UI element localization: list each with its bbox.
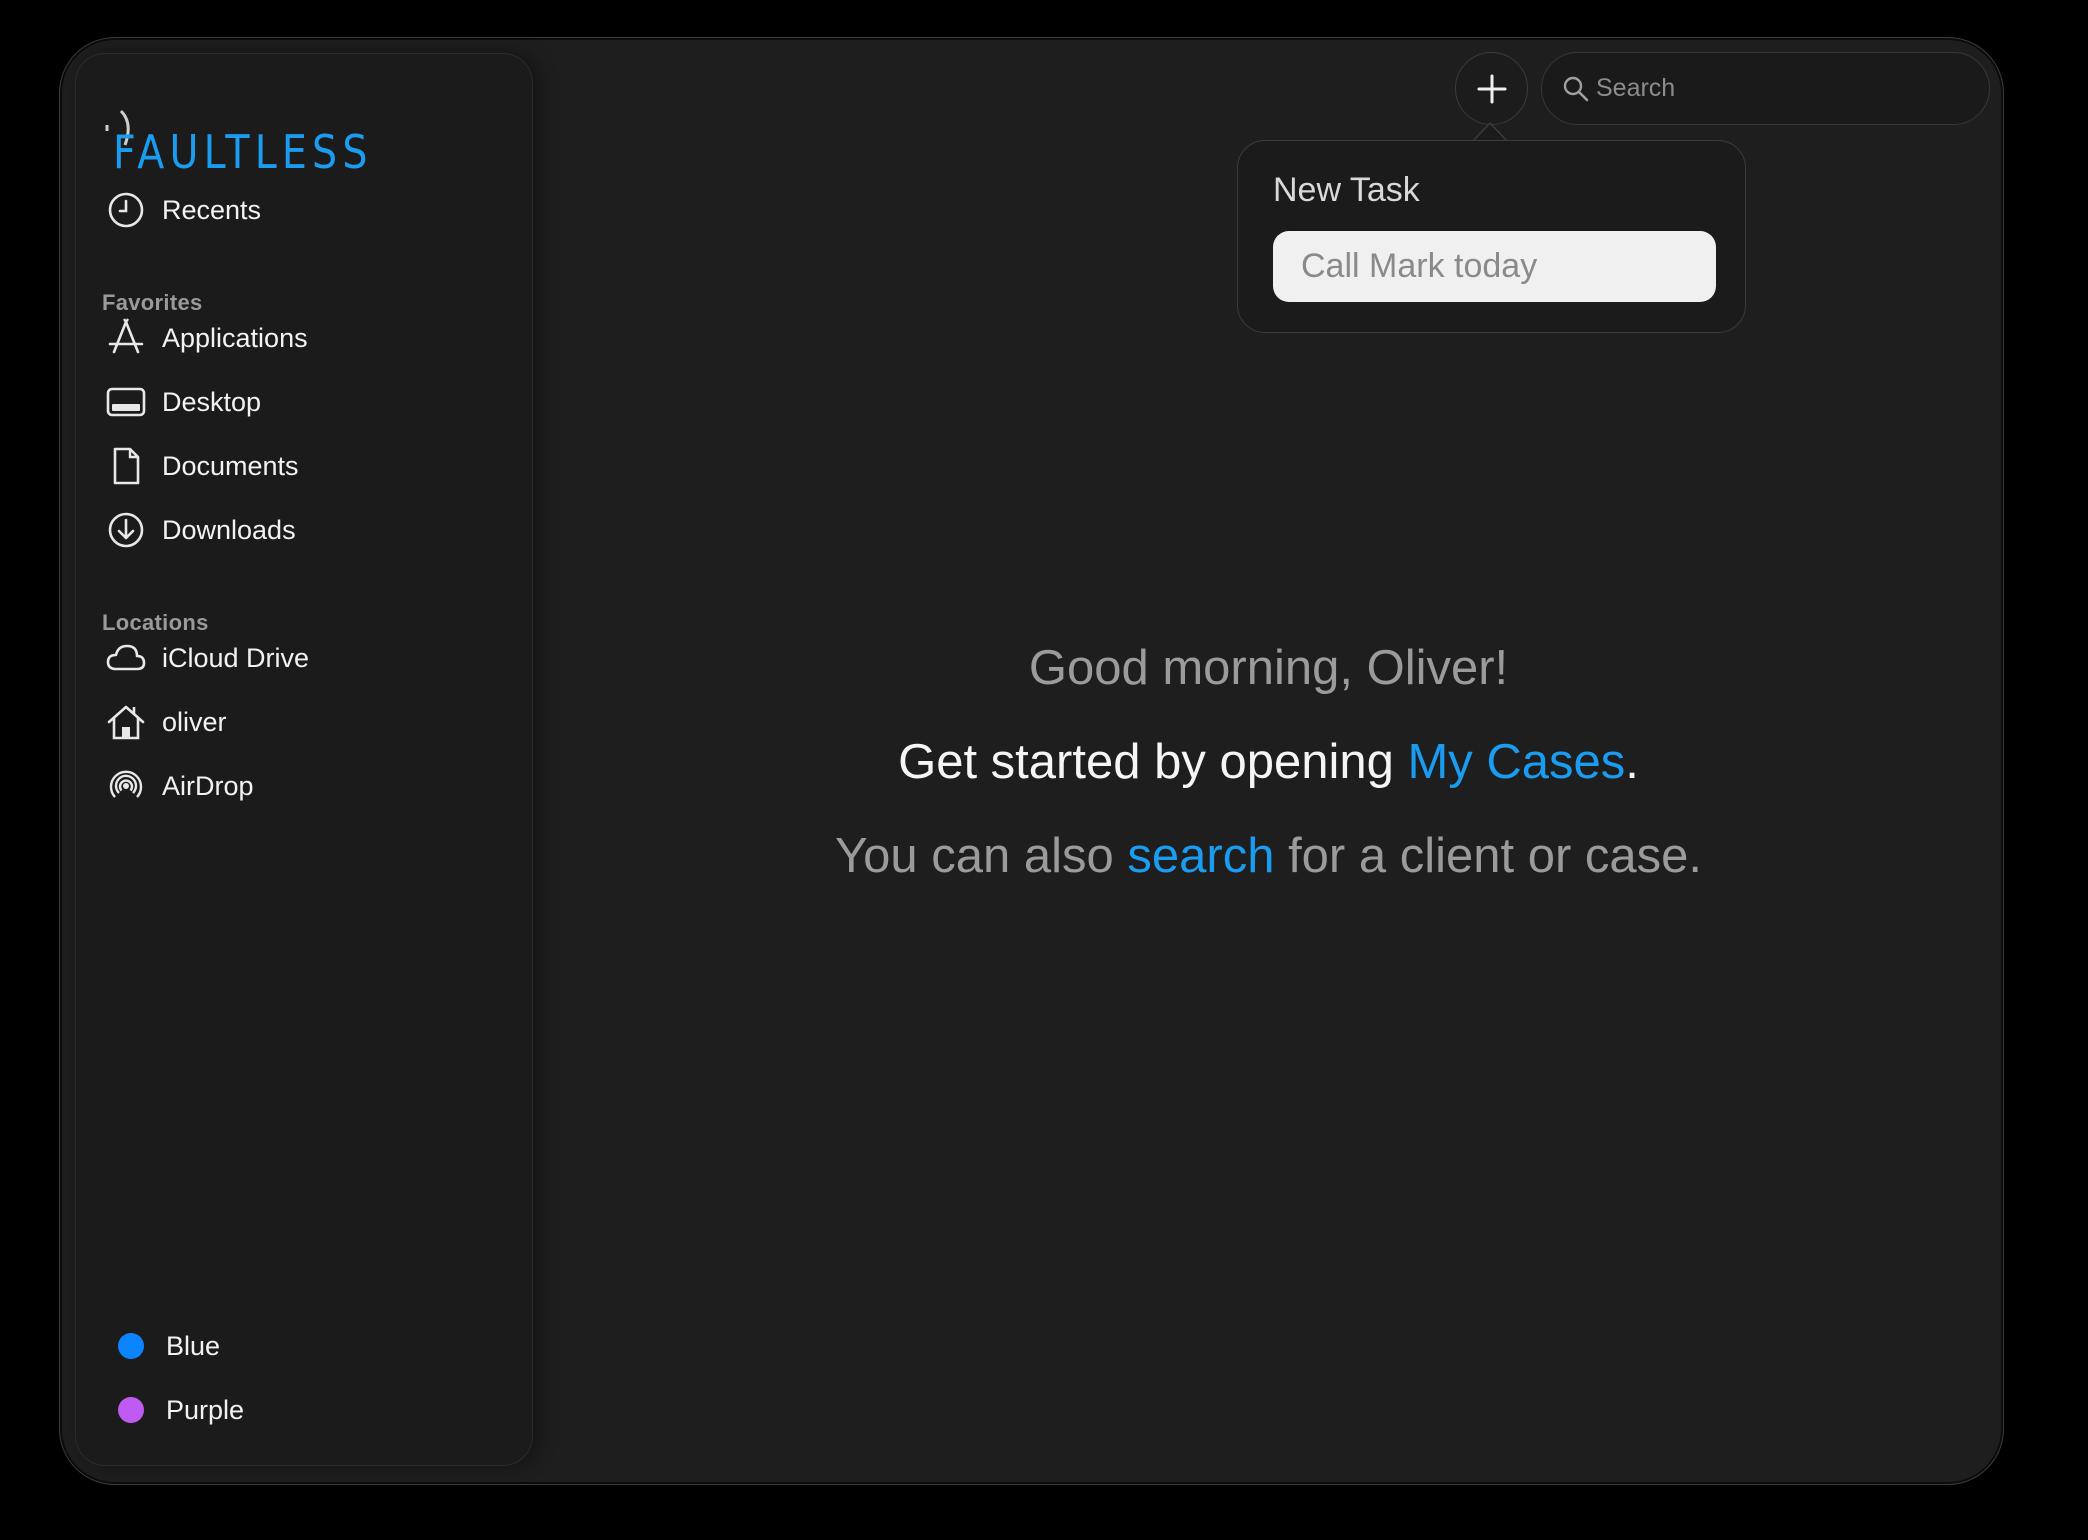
search-field[interactable] [1541, 52, 1990, 125]
tag-purple[interactable]: Purple [118, 1386, 244, 1434]
get-started-text: Get started by opening My Cases. [533, 734, 2004, 790]
tag-label: Blue [166, 1330, 221, 1361]
clock-icon [104, 188, 148, 232]
sidebar-item-label: AirDrop [162, 770, 254, 801]
search-link[interactable]: search [1127, 829, 1274, 883]
my-cases-link[interactable]: My Cases [1407, 735, 1625, 789]
tag-label: Purple [166, 1394, 245, 1425]
download-icon [104, 508, 148, 552]
search-input[interactable] [1594, 73, 1974, 104]
greeting-text: Good morning, Oliver! [1028, 641, 1509, 695]
sidebar-item-label: oliver [162, 706, 227, 737]
search-hint-suffix: for a client or case. [1274, 829, 1703, 883]
sidebar-item-label: Downloads [162, 514, 296, 545]
sidebar-item-label: iCloud Drive [162, 642, 310, 673]
sidebar-item-airdrop[interactable]: AirDrop [104, 760, 504, 812]
airdrop-icon [104, 764, 148, 808]
sidebar-item-applications[interactable]: Applications [104, 312, 504, 364]
logo-text: FAULTLESS [113, 125, 373, 179]
sidebar-item-recents[interactable]: Recents [104, 184, 504, 236]
purple-tag-dot-icon [118, 1397, 144, 1423]
new-task-popover: New Task [1237, 140, 1746, 333]
sidebar-item-label: Desktop [162, 386, 262, 417]
get-started-prefix: Get started by opening [898, 735, 1408, 789]
sidebar: FAULTLESS Recents Favorites Applications… [75, 53, 533, 1466]
get-started-suffix: . [1625, 735, 1639, 789]
sidebar-item-label: Recents [162, 194, 262, 225]
plus-icon [1477, 74, 1506, 103]
sidebar-item-icloud-drive[interactable]: iCloud Drive [104, 632, 504, 684]
add-task-button[interactable] [1455, 52, 1528, 125]
sidebar-item-oliver[interactable]: oliver [104, 696, 504, 748]
sidebar-item-documents[interactable]: Documents [104, 440, 504, 492]
sidebar-item-label: Documents [162, 450, 299, 481]
sidebar-item-label: Applications [162, 322, 308, 353]
search-icon [1563, 76, 1589, 101]
desktop-icon [104, 380, 148, 424]
popover-title: New Task [1273, 171, 1420, 209]
sidebar-item-desktop[interactable]: Desktop [104, 376, 504, 428]
search-hint-text: You can also search for a client or case… [533, 828, 2004, 884]
search-hint-prefix: You can also [834, 829, 1128, 883]
cloud-icon [104, 636, 148, 680]
app-logo: FAULTLESS [103, 89, 403, 179]
home-icon [104, 700, 148, 744]
applications-icon [104, 316, 148, 360]
sidebar-item-downloads[interactable]: Downloads [104, 504, 504, 556]
blue-tag-dot-icon [118, 1333, 144, 1359]
document-icon [104, 444, 148, 488]
tag-blue[interactable]: Blue [118, 1322, 220, 1370]
new-task-input[interactable] [1273, 231, 1716, 302]
